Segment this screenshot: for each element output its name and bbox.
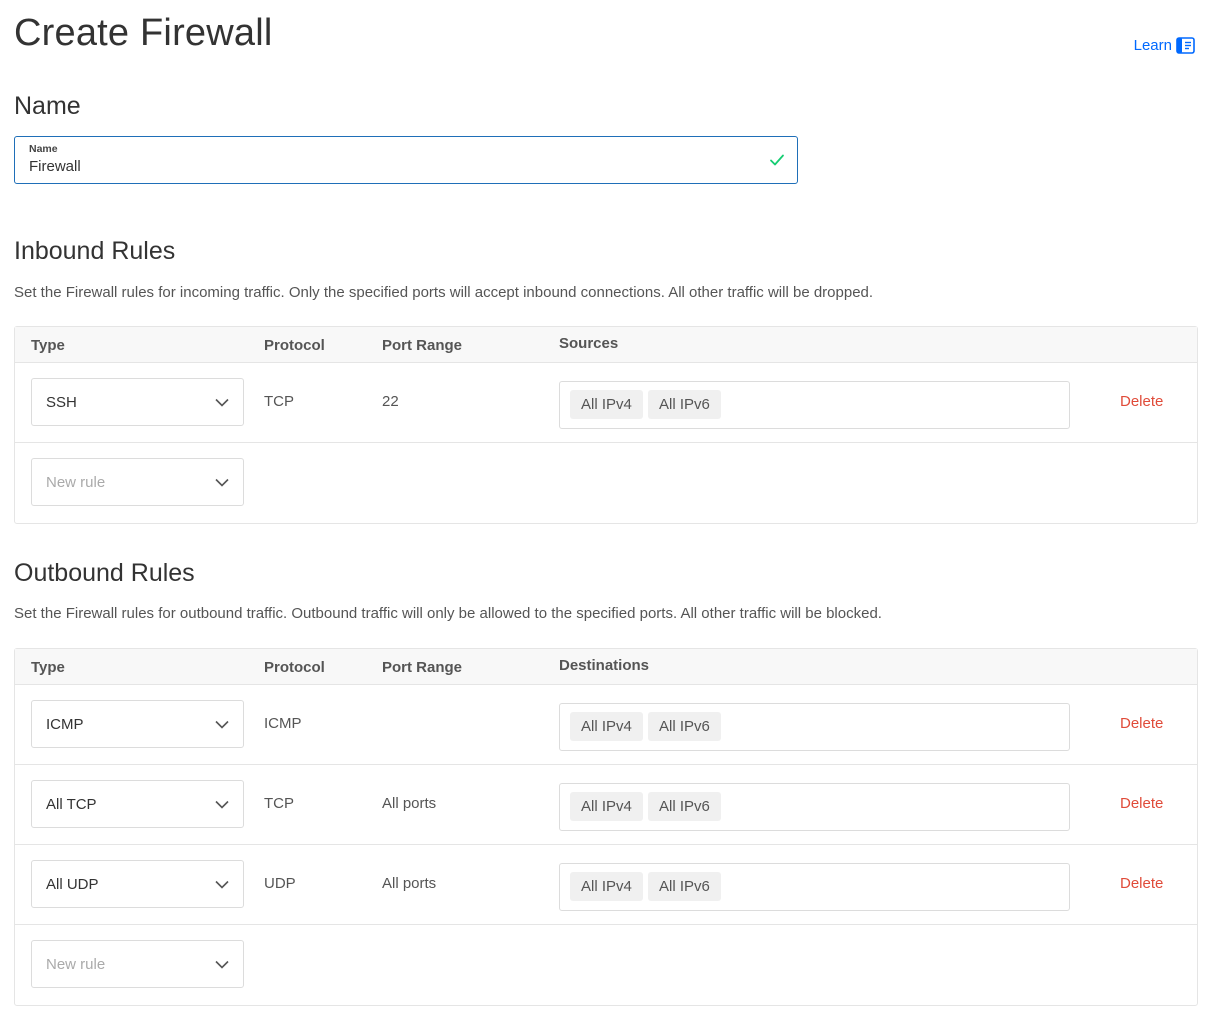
type-select[interactable]: All TCP xyxy=(31,780,244,828)
type-select-value: All TCP xyxy=(46,796,97,813)
table-row: All TCP TCP All ports All IPv4 All IPv6 … xyxy=(15,765,1197,845)
delete-button[interactable]: Delete xyxy=(1120,715,1163,732)
column-destinations: Destinations xyxy=(559,657,650,674)
learn-label: Learn xyxy=(1133,37,1172,54)
chevron-down-icon xyxy=(215,478,229,487)
column-protocol: Protocol xyxy=(264,337,325,354)
chevron-down-icon xyxy=(215,800,229,809)
new-rule-placeholder: New rule xyxy=(46,956,106,973)
inbound-description: Set the Firewall rules for incoming traf… xyxy=(14,284,874,301)
page-title: Create Firewall xyxy=(14,12,273,54)
new-rule-placeholder: New rule xyxy=(46,474,106,491)
inbound-rules-table: Type Protocol Port Range Sources SSH TCP… xyxy=(14,326,1198,524)
tag-all-ipv6[interactable]: All IPv6 xyxy=(648,872,721,901)
delete-button[interactable]: Delete xyxy=(1120,795,1163,812)
type-select[interactable]: All UDP xyxy=(31,860,244,908)
column-type: Type xyxy=(31,337,65,354)
learn-link[interactable]: Learn xyxy=(1134,37,1195,54)
inbound-heading: Inbound Rules xyxy=(14,237,176,265)
name-field[interactable]: Name xyxy=(14,136,798,184)
table-row: ICMP ICMP All IPv4 All IPv6 Delete xyxy=(15,685,1197,765)
type-select-value: All UDP xyxy=(46,876,99,893)
table-row: All UDP UDP All ports All IPv4 All IPv6 … xyxy=(15,845,1197,925)
chevron-down-icon xyxy=(215,880,229,889)
protocol-cell: ICMP xyxy=(264,715,302,732)
column-port-range: Port Range xyxy=(382,337,463,354)
destinations-input[interactable]: All IPv4 All IPv6 xyxy=(559,783,1070,831)
protocol-cell: TCP xyxy=(264,393,294,410)
tag-all-ipv6[interactable]: All IPv6 xyxy=(648,712,721,741)
column-protocol: Protocol xyxy=(264,659,325,676)
port-range-cell: 22 xyxy=(382,393,399,410)
tag-all-ipv4[interactable]: All IPv4 xyxy=(570,390,643,419)
name-input[interactable] xyxy=(29,158,729,175)
name-heading: Name xyxy=(14,92,81,120)
chevron-down-icon xyxy=(215,398,229,407)
port-range-cell: All ports xyxy=(382,875,437,892)
tag-all-ipv4[interactable]: All IPv4 xyxy=(570,792,643,821)
destinations-input[interactable]: All IPv4 All IPv6 xyxy=(559,703,1070,751)
tag-all-ipv6[interactable]: All IPv6 xyxy=(648,792,721,821)
port-range-cell: All ports xyxy=(382,795,437,812)
column-type: Type xyxy=(31,659,65,676)
table-header: Type Protocol Port Range Destinations xyxy=(15,649,1197,685)
protocol-cell: TCP xyxy=(264,795,294,812)
outbound-description: Set the Firewall rules for outbound traf… xyxy=(14,605,882,622)
tag-all-ipv4[interactable]: All IPv4 xyxy=(570,872,643,901)
new-rule-select[interactable]: New rule xyxy=(31,458,244,506)
chevron-down-icon xyxy=(215,960,229,969)
book-icon xyxy=(1176,37,1195,54)
sources-input[interactable]: All IPv4 All IPv6 xyxy=(559,381,1070,429)
protocol-cell: UDP xyxy=(264,875,296,892)
type-select[interactable]: ICMP xyxy=(31,700,244,748)
destinations-input[interactable]: All IPv4 All IPv6 xyxy=(559,863,1070,911)
delete-button[interactable]: Delete xyxy=(1120,875,1163,892)
table-row: SSH TCP 22 All IPv4 All IPv6 Delete xyxy=(15,363,1197,443)
tag-all-ipv6[interactable]: All IPv6 xyxy=(648,390,721,419)
type-select-value: ICMP xyxy=(46,716,84,733)
table-row-new: New rule xyxy=(15,443,1197,523)
table-header: Type Protocol Port Range Sources xyxy=(15,327,1197,363)
new-rule-select[interactable]: New rule xyxy=(31,940,244,988)
outbound-rules-table: Type Protocol Port Range Destinations IC… xyxy=(14,648,1198,1006)
type-select[interactable]: SSH xyxy=(31,378,244,426)
type-select-value: SSH xyxy=(46,394,77,411)
chevron-down-icon xyxy=(215,720,229,729)
column-sources: Sources xyxy=(559,335,619,352)
table-row-new: New rule xyxy=(15,925,1197,1005)
column-port-range: Port Range xyxy=(382,659,463,676)
outbound-heading: Outbound Rules xyxy=(14,559,195,587)
name-field-label: Name xyxy=(29,143,58,155)
tag-all-ipv4[interactable]: All IPv4 xyxy=(570,712,643,741)
delete-button[interactable]: Delete xyxy=(1120,393,1163,410)
checkmark-icon xyxy=(770,154,784,166)
